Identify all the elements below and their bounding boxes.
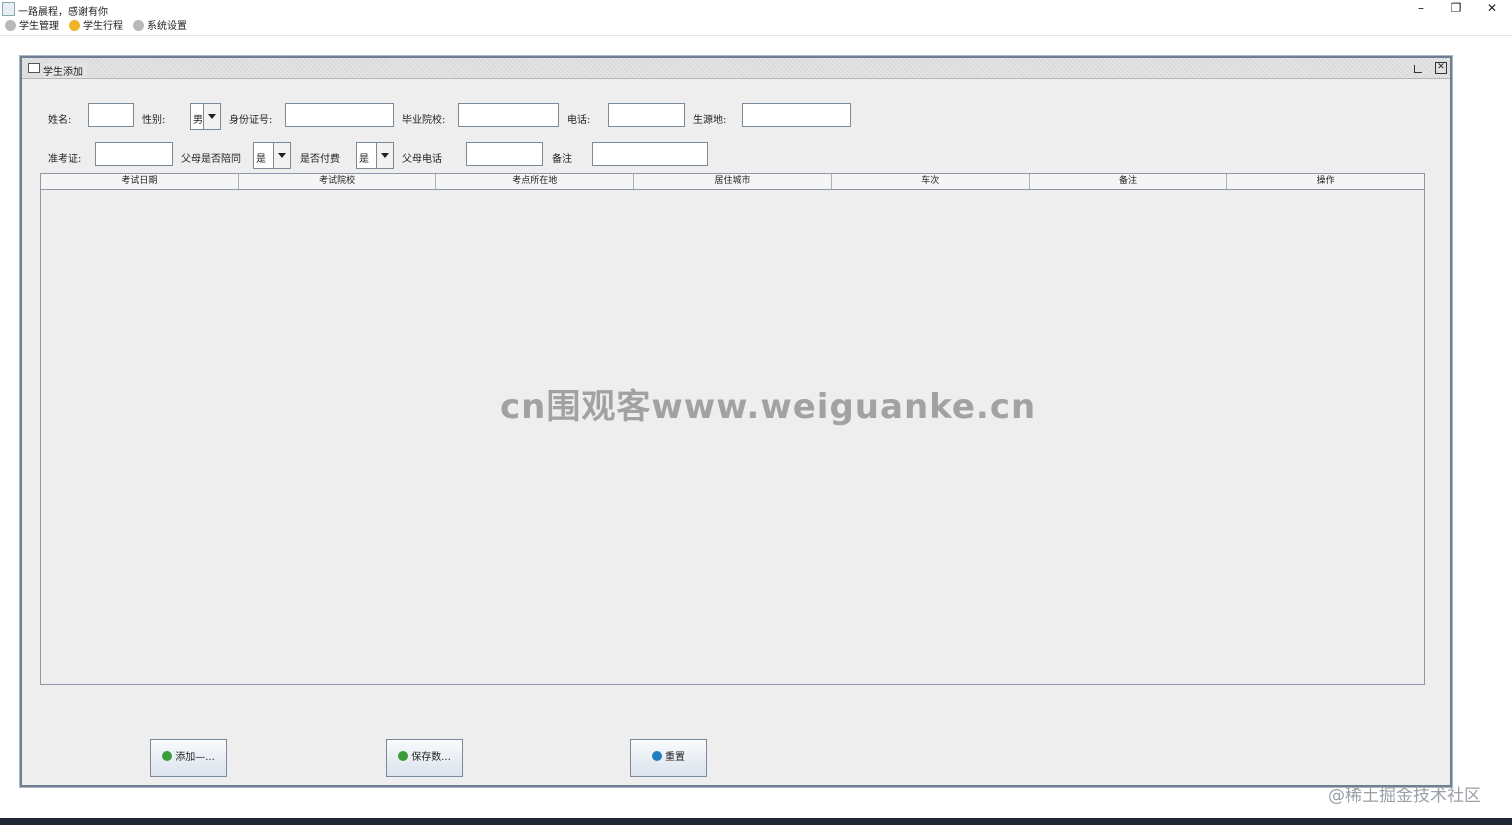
origin-label: 生源地: — [693, 115, 727, 126]
window-titlebar: 一路晨程，感谢有你 – ❐ ✕ — [0, 0, 1512, 18]
parent-accompany-label: 父母是否陪同 — [181, 154, 241, 165]
window-title: 一路晨程，感谢有你 — [18, 7, 108, 18]
dropdown-arrow-icon[interactable] — [376, 143, 393, 168]
column-header[interactable]: 考点所在地 — [436, 174, 635, 189]
id-number-label: 身份证号: — [229, 115, 273, 126]
column-header[interactable]: 操作 — [1227, 174, 1424, 189]
menu-label: 学生行程 — [83, 21, 123, 32]
gear-icon — [133, 20, 144, 31]
menubar-divider — [0, 35, 1512, 36]
save-button-label: 保存数... — [411, 752, 451, 763]
phone-field[interactable] — [608, 103, 685, 127]
shield-icon — [652, 751, 662, 761]
reset-button-label: 重置 — [665, 752, 685, 763]
parent-phone-label: 父母电话 — [402, 154, 442, 165]
phone-label: 电话: — [567, 115, 591, 126]
column-header[interactable]: 考试院校 — [239, 174, 437, 189]
remark-label: 备注 — [552, 154, 572, 165]
name-label: 姓名: — [48, 115, 72, 126]
name-field[interactable] — [88, 103, 134, 127]
frame-maximize-button[interactable] — [1414, 65, 1422, 73]
table-body[interactable] — [41, 190, 1424, 684]
frame-close-button[interactable]: ✕ — [1435, 62, 1447, 74]
column-header[interactable]: 考试日期 — [41, 174, 239, 189]
id-number-field[interactable] — [285, 103, 394, 127]
menu-student-management[interactable]: 学生管理 — [5, 19, 59, 35]
add-button-label: 添加—... — [175, 752, 215, 763]
watermark-text: cn围观客www.weiguanke.cn — [500, 387, 1037, 427]
reset-button[interactable]: 重置 — [630, 739, 707, 777]
star-icon — [69, 20, 80, 31]
paid-label: 是否付费 — [300, 154, 340, 165]
school-field[interactable] — [458, 103, 559, 127]
menu-label: 学生管理 — [19, 21, 59, 32]
column-header[interactable]: 车次 — [832, 174, 1030, 189]
column-header[interactable]: 备注 — [1030, 174, 1228, 189]
gear-icon — [5, 20, 16, 31]
java-app-icon — [2, 2, 15, 16]
save-button[interactable]: 保存数... — [386, 739, 463, 777]
parent-phone-field[interactable] — [466, 142, 543, 166]
gender-select[interactable]: 男 — [190, 103, 221, 130]
frame-titlebar[interactable]: 学生添加 ✕ — [22, 58, 1450, 79]
ticket-label: 准考证: — [48, 154, 82, 165]
paid-value: 是 — [359, 154, 369, 165]
add-row-button[interactable]: 添加—... — [150, 739, 227, 777]
gender-value: 男 — [193, 115, 203, 126]
table-header: 考试日期 考试院校 考点所在地 居住城市 车次 备注 操作 — [41, 174, 1424, 190]
close-button[interactable]: ✕ — [1475, 0, 1509, 18]
frame-title: 学生添加 — [43, 63, 87, 78]
paid-select[interactable]: 是 — [356, 142, 394, 169]
restore-button[interactable]: ❐ — [1439, 0, 1473, 18]
ticket-field[interactable] — [95, 142, 173, 166]
menu-student-trip[interactable]: 学生行程 — [69, 19, 123, 35]
school-label: 毕业院校: — [402, 115, 446, 126]
parent-accompany-select[interactable]: 是 — [253, 142, 291, 169]
taskbar — [0, 818, 1512, 825]
origin-field[interactable] — [742, 103, 851, 127]
dropdown-arrow-icon[interactable] — [203, 104, 220, 129]
frame-icon — [28, 63, 40, 73]
column-header[interactable]: 居住城市 — [634, 174, 832, 189]
add-icon — [162, 751, 173, 761]
trip-table: 考试日期 考试院校 考点所在地 居住城市 车次 备注 操作 — [40, 173, 1425, 685]
remark-field[interactable] — [592, 142, 708, 166]
menu-label: 系统设置 — [147, 21, 187, 32]
gender-label: 性别: — [142, 115, 166, 126]
credit-watermark: @稀土掘金技术社区 — [1328, 786, 1481, 806]
dropdown-arrow-icon[interactable] — [273, 143, 290, 168]
add-icon — [398, 751, 409, 761]
minimize-button[interactable]: – — [1404, 0, 1438, 18]
menu-system-settings[interactable]: 系统设置 — [133, 19, 187, 35]
parent-accompany-value: 是 — [256, 154, 266, 165]
menu-bar: 学生管理 学生行程 系统设置 — [0, 18, 1512, 36]
